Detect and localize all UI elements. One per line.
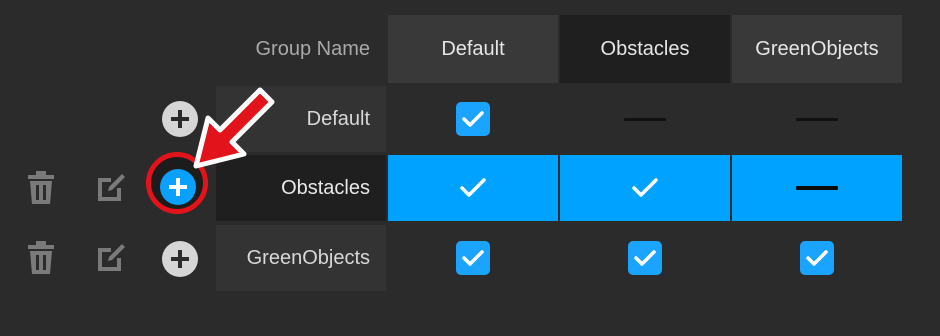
delete-button-obstacles[interactable] bbox=[24, 170, 58, 206]
add-button-greenobjects[interactable] bbox=[162, 241, 198, 277]
edit-icon bbox=[98, 244, 125, 271]
cell-default-default[interactable] bbox=[388, 86, 558, 152]
cell-default-greenobjects[interactable] bbox=[732, 86, 902, 152]
cell-greenobjects-obstacles[interactable] bbox=[560, 225, 730, 291]
dash-indicator bbox=[624, 117, 666, 121]
checkbox-checked[interactable] bbox=[800, 241, 834, 275]
dash-indicator bbox=[796, 117, 838, 121]
checkmark-icon bbox=[462, 250, 484, 266]
edit-button-obstacles[interactable] bbox=[94, 171, 128, 205]
cell-obstacles-default[interactable] bbox=[388, 155, 558, 221]
checkbox-checked[interactable] bbox=[628, 241, 662, 275]
trash-icon bbox=[28, 241, 54, 274]
cell-obstacles-obstacles[interactable] bbox=[560, 155, 730, 221]
checkmark-icon bbox=[462, 111, 484, 127]
dash-indicator bbox=[796, 186, 838, 190]
cell-greenobjects-default[interactable] bbox=[388, 225, 558, 291]
red-arrow-annotation bbox=[193, 87, 275, 169]
cell-obstacles-greenobjects[interactable] bbox=[732, 155, 902, 221]
checkmark-icon bbox=[460, 178, 486, 197]
group-name-header: Group Name bbox=[255, 37, 371, 60]
checkbox-checked[interactable] bbox=[456, 102, 490, 136]
edit-icon bbox=[98, 174, 125, 201]
column-header-default[interactable]: Default bbox=[388, 15, 558, 83]
column-header-greenobjects[interactable]: GreenObjects bbox=[732, 15, 902, 83]
cell-default-obstacles[interactable] bbox=[560, 86, 730, 152]
checkmark-icon bbox=[632, 178, 658, 197]
trash-icon bbox=[28, 171, 54, 204]
edit-button-greenobjects[interactable] bbox=[94, 241, 128, 275]
checkmark-icon bbox=[634, 250, 656, 266]
plus-circle-icon bbox=[162, 241, 198, 277]
row-label-greenobjects: GreenObjects bbox=[216, 225, 386, 291]
checkbox-checked[interactable] bbox=[456, 241, 490, 275]
checkmark-icon bbox=[806, 250, 828, 266]
cell-greenobjects-greenobjects[interactable] bbox=[732, 225, 902, 291]
column-header-obstacles[interactable]: Obstacles bbox=[560, 15, 730, 83]
delete-button-greenobjects[interactable] bbox=[24, 240, 58, 276]
